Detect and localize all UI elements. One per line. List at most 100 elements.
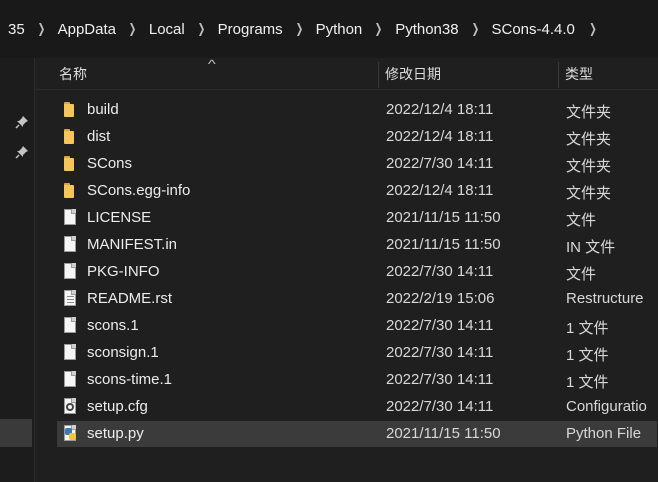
python-file-icon	[63, 425, 79, 443]
file-row-selected[interactable]: setup.py 2021/11/15 11:50 Python File	[57, 421, 657, 447]
breadcrumb-segment[interactable]: SCons-4.4.0 ❯	[487, 21, 599, 38]
folder-icon	[63, 155, 79, 173]
breadcrumb-label[interactable]: Programs	[214, 21, 287, 38]
file-type: Python File	[566, 425, 642, 442]
file-name[interactable]: LICENSE	[87, 209, 151, 226]
nav-item-selected[interactable]	[0, 419, 32, 447]
breadcrumb-segment[interactable]: Local ❯	[145, 21, 214, 38]
text-file-icon	[63, 290, 79, 308]
breadcrumb-segment[interactable]: Python ❯	[312, 21, 392, 38]
file-date: 2022/12/4 18:11	[386, 182, 494, 199]
column-header-label: 名称	[59, 66, 87, 82]
blank-file-icon	[63, 344, 79, 362]
blank-file-icon	[63, 209, 79, 227]
file-name[interactable]: sconsign.1	[87, 344, 159, 361]
chevron-right-icon[interactable]: ❯	[192, 21, 209, 37]
column-header-date[interactable]: 修改日期	[385, 58, 557, 90]
blank-file-icon	[63, 317, 79, 335]
chevron-right-icon[interactable]: ❯	[124, 21, 141, 37]
file-row[interactable]: README.rst 2022/2/19 15:06 Restructure	[57, 286, 657, 312]
pin-icon[interactable]	[15, 115, 29, 129]
file-type: 文件	[566, 266, 597, 283]
file-list-pane: ^ 名称 修改日期 类型 build 2022/12/4 18:11 文件夹 d…	[34, 57, 658, 482]
breadcrumb-label[interactable]: Python	[312, 21, 367, 38]
file-name[interactable]: README.rst	[87, 290, 172, 307]
breadcrumb-label[interactable]: AppData	[54, 21, 120, 38]
file-type: Configuratio	[566, 398, 647, 415]
chevron-right-icon[interactable]: ❯	[582, 21, 597, 37]
file-type: Restructure	[566, 290, 644, 307]
column-header-label: 修改日期	[385, 66, 441, 82]
column-header-name[interactable]: 名称	[59, 58, 379, 90]
chevron-right-icon[interactable]: ❯	[32, 21, 49, 37]
file-row[interactable]: scons-time.1 2022/7/30 14:11 1 文件	[57, 367, 657, 393]
file-date: 2022/12/4 18:11	[386, 101, 494, 118]
pin-icon[interactable]	[15, 145, 29, 159]
config-file-icon	[63, 398, 79, 416]
column-divider[interactable]	[378, 62, 379, 88]
breadcrumb-segment[interactable]: 35 ❯	[4, 21, 54, 38]
file-date: 2021/11/15 11:50	[386, 209, 501, 226]
breadcrumb-segment[interactable]: AppData ❯	[54, 21, 145, 38]
file-row[interactable]: LICENSE 2021/11/15 11:50 文件	[57, 205, 657, 231]
blank-file-icon	[63, 236, 79, 254]
file-row[interactable]: sconsign.1 2022/7/30 14:11 1 文件	[57, 340, 657, 366]
file-date: 2022/7/30 14:11	[386, 344, 494, 361]
file-type: 1 文件	[566, 320, 609, 337]
file-name[interactable]: dist	[87, 128, 110, 145]
file-type: 文件	[566, 212, 597, 229]
file-type: 1 文件	[566, 347, 609, 364]
file-row[interactable]: SCons 2022/7/30 14:11 文件夹	[57, 151, 657, 177]
file-date: 2022/7/30 14:11	[386, 317, 494, 334]
file-name[interactable]: PKG-INFO	[87, 263, 160, 280]
blank-file-icon	[63, 371, 79, 389]
file-name[interactable]: scons-time.1	[87, 371, 172, 388]
column-header-row: ^ 名称 修改日期 类型	[35, 57, 658, 90]
file-row[interactable]: dist 2022/12/4 18:11 文件夹	[57, 124, 657, 150]
breadcrumb-label[interactable]: Local	[145, 21, 189, 38]
breadcrumb-label[interactable]: 35	[4, 21, 29, 38]
file-name[interactable]: build	[87, 101, 119, 118]
file-type: 文件夹	[566, 104, 612, 121]
navigation-pane	[0, 58, 34, 482]
file-name[interactable]: SCons	[87, 155, 132, 172]
file-name[interactable]: setup.py	[87, 425, 144, 442]
breadcrumb-segment[interactable]: Python38 ❯	[391, 21, 487, 38]
file-date: 2022/12/4 18:11	[386, 128, 494, 145]
address-breadcrumb[interactable]: 35 ❯ AppData ❯ Local ❯ Programs ❯ Python…	[0, 0, 658, 58]
file-type: 文件夹	[566, 185, 612, 202]
file-row[interactable]: build 2022/12/4 18:11 文件夹	[57, 97, 657, 123]
file-row[interactable]: PKG-INFO 2022/7/30 14:11 文件	[57, 259, 657, 285]
file-date: 2022/7/30 14:11	[386, 155, 494, 172]
folder-icon	[63, 128, 79, 146]
file-date: 2022/7/30 14:11	[386, 398, 494, 415]
file-type: IN 文件	[566, 239, 616, 256]
breadcrumb-label[interactable]: SCons-4.4.0	[487, 21, 578, 38]
file-type: 1 文件	[566, 374, 609, 391]
chevron-right-icon[interactable]: ❯	[370, 21, 387, 37]
file-name[interactable]: SCons.egg-info	[87, 182, 190, 199]
file-name[interactable]: setup.cfg	[87, 398, 148, 415]
file-type: 文件夹	[566, 158, 612, 175]
file-name[interactable]: MANIFEST.in	[87, 236, 177, 253]
column-header-label: 类型	[565, 66, 593, 82]
file-date: 2022/7/30 14:11	[386, 263, 494, 280]
folder-icon	[63, 101, 79, 119]
breadcrumb-segment[interactable]: Programs ❯	[214, 21, 312, 38]
folder-icon	[63, 182, 79, 200]
column-divider[interactable]	[558, 62, 559, 88]
file-row[interactable]: SCons.egg-info 2022/12/4 18:11 文件夹	[57, 178, 657, 204]
file-date: 2021/11/15 11:50	[386, 425, 501, 442]
breadcrumb-label[interactable]: Python38	[391, 21, 462, 38]
blank-file-icon	[63, 263, 79, 281]
file-row[interactable]: scons.1 2022/7/30 14:11 1 文件	[57, 313, 657, 339]
column-header-type[interactable]: 类型	[565, 58, 658, 90]
file-date: 2022/7/30 14:11	[386, 371, 494, 388]
file-date: 2021/11/15 11:50	[386, 236, 501, 253]
file-row[interactable]: MANIFEST.in 2021/11/15 11:50 IN 文件	[57, 232, 657, 258]
file-row[interactable]: setup.cfg 2022/7/30 14:11 Configuratio	[57, 394, 657, 420]
file-type: 文件夹	[566, 131, 612, 148]
chevron-right-icon[interactable]: ❯	[466, 21, 483, 37]
chevron-right-icon[interactable]: ❯	[290, 21, 307, 37]
file-name[interactable]: scons.1	[87, 317, 139, 334]
